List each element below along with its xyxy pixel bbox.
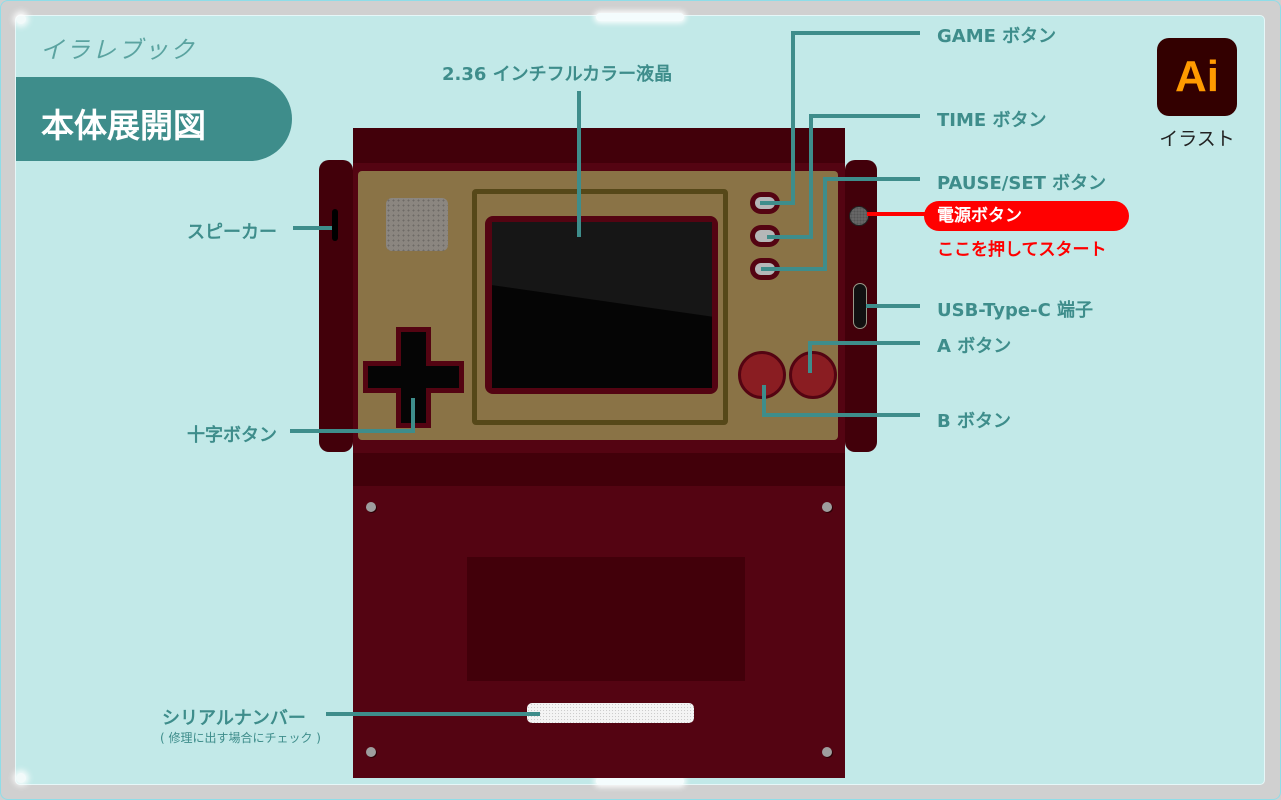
label-power-button: 電源ボタン <box>924 201 1129 231</box>
leader-lines <box>290 31 926 716</box>
label-usb-port: USB-Type-C 端子 <box>937 300 1094 321</box>
label-time-button: TIME ボタン <box>937 110 1047 131</box>
label-screen: 2.36 インチフルカラー液晶 <box>442 64 673 85</box>
label-a-button: A ボタン <box>937 336 1012 357</box>
label-game-button: GAME ボタン <box>937 26 1057 47</box>
leader-time <box>767 114 920 239</box>
label-b-button: B ボタン <box>937 411 1011 432</box>
label-pause-set-button: PAUSE/SET ボタン <box>937 173 1107 194</box>
leader-a <box>808 341 920 373</box>
power-hint: ここを押してスタート <box>937 240 1107 260</box>
label-dpad: 十字ボタン <box>187 425 277 446</box>
serial-note: ( 修理に出す場合にチェック ) <box>160 731 321 745</box>
leader-b <box>762 385 920 417</box>
leader-pause <box>761 177 920 271</box>
leader-dpad <box>290 398 415 433</box>
label-speaker: スピーカー <box>187 222 277 243</box>
label-serial-number: シリアルナンバー <box>162 708 306 729</box>
